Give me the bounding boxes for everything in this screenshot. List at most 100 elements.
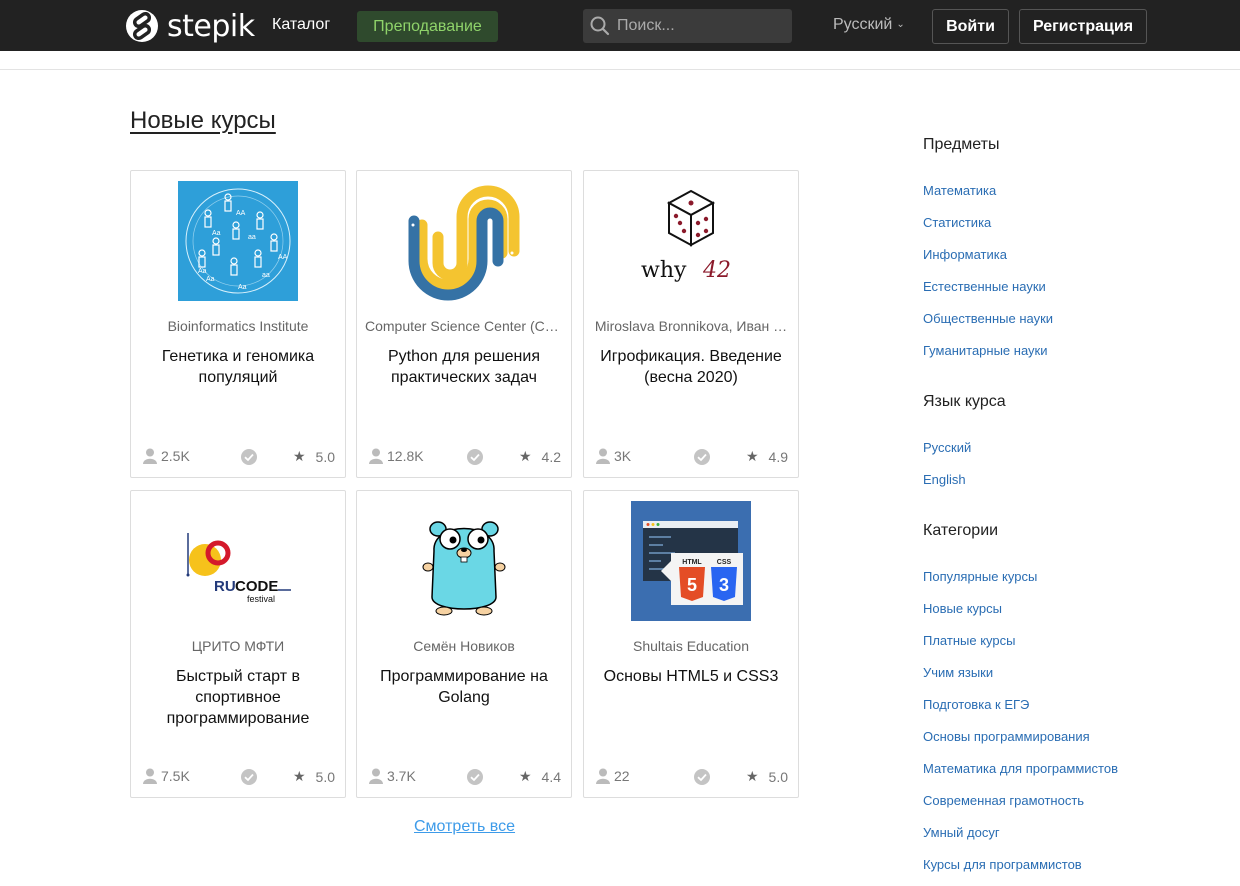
course-title[interactable]: Генетика и геномика популяций bbox=[141, 346, 335, 388]
svg-text:HTML: HTML bbox=[682, 559, 702, 566]
subject-link[interactable]: Информатика bbox=[923, 247, 1007, 262]
svg-text:3: 3 bbox=[719, 575, 729, 595]
svg-text:AA: AA bbox=[278, 254, 288, 261]
course-title[interactable]: Игрофикация. Введение (весна 2020) bbox=[594, 346, 788, 388]
subject-link[interactable]: Общественные науки bbox=[923, 311, 1053, 326]
subject-link[interactable]: Гуманитарные науки bbox=[923, 343, 1047, 358]
header-divider bbox=[0, 69, 1240, 70]
search-box[interactable] bbox=[583, 9, 792, 43]
certificate-check-icon bbox=[467, 769, 483, 788]
dice-why42-icon: why 42 bbox=[631, 181, 751, 301]
course-card[interactable]: 5 3 HTML CSS Shultais Education Основы H… bbox=[583, 490, 799, 798]
category-link[interactable]: Математика для программистов bbox=[923, 761, 1118, 776]
svg-text:why: why bbox=[641, 258, 687, 283]
category-link[interactable]: Учим языки bbox=[923, 665, 993, 680]
user-icon bbox=[369, 448, 383, 464]
learners-value: 12.8K bbox=[387, 448, 424, 464]
course-rating: ★ 5.0 bbox=[293, 768, 335, 785]
svg-text:aa: aa bbox=[262, 272, 270, 279]
svg-text:Aa: Aa bbox=[198, 268, 207, 275]
login-button[interactable]: Войти bbox=[932, 9, 1009, 44]
course-title[interactable]: Основы HTML5 и CSS3 bbox=[594, 666, 788, 687]
svg-text:Aa: Aa bbox=[238, 284, 247, 291]
rating-value: 5.0 bbox=[315, 768, 335, 785]
rating-value: 4.2 bbox=[541, 448, 561, 465]
category-link[interactable]: Популярные курсы bbox=[923, 569, 1037, 584]
course-rating: ★ 4.4 bbox=[519, 768, 561, 785]
see-all-link[interactable]: Смотреть все bbox=[414, 818, 515, 836]
course-title[interactable]: Программирование на Golang bbox=[367, 666, 561, 708]
nav-catalog-link[interactable]: Каталог bbox=[272, 16, 330, 34]
user-icon bbox=[369, 768, 383, 784]
subject-link[interactable]: Естественные науки bbox=[923, 279, 1046, 294]
learners-value: 3.7K bbox=[387, 768, 416, 784]
learners-count: 22 bbox=[596, 768, 630, 784]
user-icon bbox=[143, 768, 157, 784]
subject-link[interactable]: Статистика bbox=[923, 215, 991, 230]
certificate-check-icon bbox=[241, 769, 257, 788]
chevron-down-icon: ⌄ bbox=[896, 19, 905, 31]
certificate-check-icon bbox=[467, 449, 483, 468]
course-stats: 3.7K ★ 4.4 bbox=[369, 768, 561, 786]
user-icon bbox=[596, 448, 610, 464]
course-author[interactable]: Семён Новиков bbox=[365, 638, 563, 654]
star-icon: ★ bbox=[292, 448, 306, 464]
search-icon bbox=[590, 16, 610, 36]
learners-value: 7.5K bbox=[161, 768, 190, 784]
star-icon: ★ bbox=[518, 448, 532, 464]
language-link[interactable]: English bbox=[923, 472, 966, 487]
course-card[interactable]: Computer Science Center (CS… Python для … bbox=[356, 170, 572, 478]
category-link[interactable]: Основы программирования bbox=[923, 729, 1090, 744]
rucode-logo-icon: RU CODE festival bbox=[178, 501, 298, 621]
nav-teaching-button[interactable]: Преподавание bbox=[357, 11, 498, 42]
svg-text:Aa: Aa bbox=[206, 276, 215, 283]
rating-value: 5.0 bbox=[315, 448, 335, 465]
star-icon: ★ bbox=[745, 768, 759, 784]
course-title[interactable]: Python для решения практических задач bbox=[367, 346, 561, 388]
course-author[interactable]: Computer Science Center (CS… bbox=[365, 318, 563, 334]
category-link[interactable]: Современная грамотность bbox=[923, 793, 1084, 808]
learners-value: 3K bbox=[614, 448, 632, 464]
logo-text: stepik bbox=[167, 8, 255, 44]
course-rating: ★ 5.0 bbox=[293, 448, 335, 465]
course-card[interactable]: Семён Новиков Программирование на Golang… bbox=[356, 490, 572, 798]
course-author[interactable]: ЦРИТО МФТИ bbox=[139, 638, 337, 654]
rating-value: 4.4 bbox=[541, 768, 561, 785]
course-card[interactable]: RU CODE festival ЦРИТО МФТИ Быстрый стар… bbox=[130, 490, 346, 798]
stepik-logo[interactable]: stepik bbox=[125, 8, 255, 44]
search-input[interactable] bbox=[615, 16, 789, 36]
categories-heading: Категории bbox=[923, 522, 999, 539]
user-icon bbox=[596, 768, 610, 784]
course-stats: 12.8K ★ 4.2 bbox=[369, 448, 561, 466]
course-card[interactable]: why 42 Miroslava Bronnikova, Иван … Игро… bbox=[583, 170, 799, 478]
category-link[interactable]: Курсы для программистов bbox=[923, 857, 1082, 872]
category-link[interactable]: Подготовка к ЕГЭ bbox=[923, 697, 1029, 712]
section-title[interactable]: Новые курсы bbox=[130, 107, 276, 135]
svg-text:aa: aa bbox=[248, 234, 256, 241]
certificate-check-icon bbox=[241, 449, 257, 468]
learners-value: 2.5K bbox=[161, 448, 190, 464]
category-link[interactable]: Умный досуг bbox=[923, 825, 1000, 840]
course-author[interactable]: Bioinformatics Institute bbox=[139, 318, 337, 334]
course-stats: 3K ★ 4.9 bbox=[596, 448, 788, 466]
language-link[interactable]: Русский bbox=[923, 440, 971, 455]
course-rating: ★ 5.0 bbox=[746, 768, 788, 785]
course-stats: 7.5K ★ 5.0 bbox=[143, 768, 335, 786]
category-link[interactable]: Новые курсы bbox=[923, 601, 1002, 616]
course-author[interactable]: Miroslava Bronnikova, Иван … bbox=[592, 318, 790, 334]
stepik-logo-icon bbox=[126, 10, 158, 42]
course-rating: ★ 4.9 bbox=[746, 448, 788, 465]
course-language-heading: Язык курса bbox=[923, 393, 1006, 410]
svg-text:AA: AA bbox=[236, 210, 246, 217]
html5-css3-icon: 5 3 HTML CSS bbox=[631, 501, 751, 621]
language-select[interactable]: Русский ⌄ bbox=[833, 16, 905, 34]
learners-value: 22 bbox=[614, 768, 630, 784]
register-button[interactable]: Регистрация bbox=[1019, 9, 1147, 44]
course-author[interactable]: Shultais Education bbox=[592, 638, 790, 654]
course-title[interactable]: Быстрый старт в спортивное программирова… bbox=[141, 666, 335, 729]
gopher-icon bbox=[404, 501, 524, 621]
learners-count: 12.8K bbox=[369, 448, 424, 464]
course-card[interactable]: AA aa Aa AA Aa aa Aa Aa Bioinformatics Instit… bbox=[130, 170, 346, 478]
category-link[interactable]: Платные курсы bbox=[923, 633, 1015, 648]
subject-link[interactable]: Математика bbox=[923, 183, 996, 198]
